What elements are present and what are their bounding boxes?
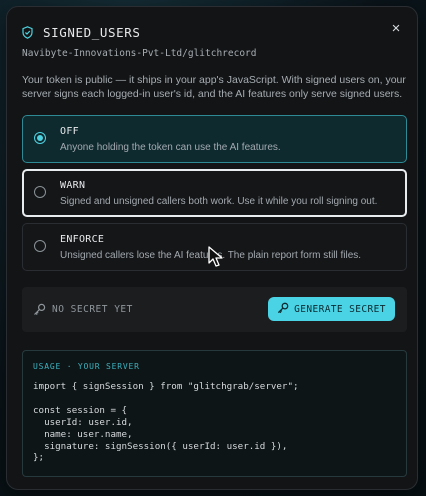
- radio-off[interactable]: [34, 132, 46, 144]
- option-warn[interactable]: WARN Signed and unsigned callers both wo…: [22, 169, 407, 217]
- option-off-label: OFF: [60, 126, 79, 137]
- option-off[interactable]: OFF Anyone holding the token can use the…: [22, 115, 407, 163]
- option-warn-label: WARN: [60, 180, 86, 191]
- code-line: import { signSession } from "glitchgrab/…: [33, 381, 299, 392]
- dialog-title: SIGNED_USERS: [43, 24, 141, 40]
- repository-name: Navibyte-Innovations-Pvt-Ltd/glitchrecor…: [22, 48, 257, 59]
- option-off-description: Anyone holding the token can use the AI …: [60, 142, 281, 153]
- code-line: signature: signSession({ userId: user.id…: [33, 440, 288, 452]
- code-snippet: import { signSession } from "glitchgrab/…: [33, 381, 299, 464]
- generate-secret-button[interactable]: GENERATE SECRET: [268, 297, 395, 321]
- secret-panel: NO SECRET YET GENERATE SECRET: [22, 287, 407, 332]
- code-line: userId: user.id,: [33, 416, 133, 428]
- code-line: const session = {: [33, 404, 128, 416]
- close-icon[interactable]: ×: [387, 20, 405, 38]
- usage-code-block: USAGE · YOUR SERVER import { signSession…: [22, 350, 407, 477]
- radio-warn[interactable]: [34, 186, 46, 198]
- radio-enforce[interactable]: [34, 240, 46, 252]
- key-icon: [33, 303, 46, 321]
- dialog-header: SIGNED_USERS: [22, 22, 141, 42]
- mouse-cursor-icon: [208, 246, 224, 273]
- secret-status: NO SECRET YET: [52, 304, 133, 315]
- generate-secret-label: GENERATE SECRET: [294, 303, 386, 315]
- option-warn-description: Signed and unsigned callers both work. U…: [60, 196, 378, 207]
- dialog-description: Your token is public — it ships in your …: [22, 74, 406, 100]
- code-heading: USAGE · YOUR SERVER: [33, 362, 140, 371]
- code-line: };: [33, 452, 45, 464]
- key-icon: [277, 302, 289, 317]
- option-enforce-label: ENFORCE: [60, 234, 105, 245]
- code-line: name: user.name,: [33, 428, 133, 440]
- shield-check-icon: [22, 25, 33, 39]
